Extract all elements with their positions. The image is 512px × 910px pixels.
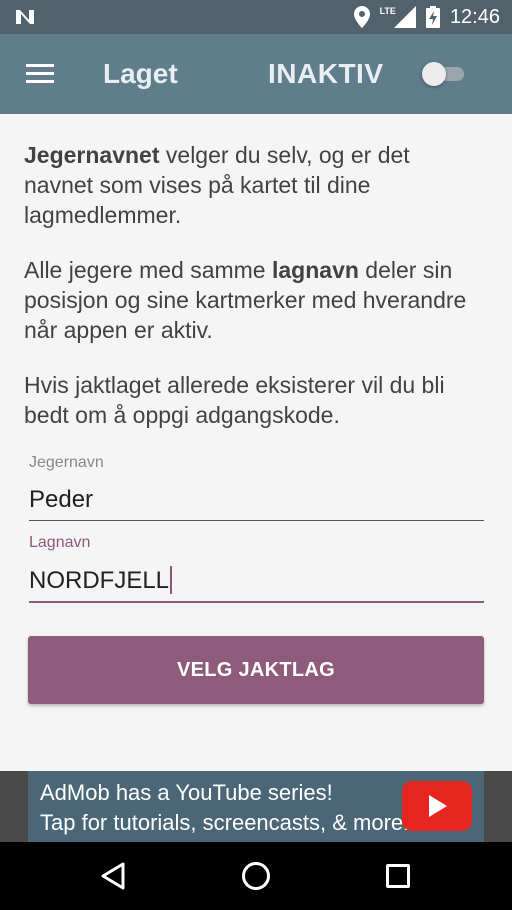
- hunter-name-input[interactable]: Peder: [29, 480, 484, 520]
- ad-line-2: Tap for tutorials, screencasts, & more.: [40, 810, 410, 835]
- ad-banner[interactable]: AdMob has a YouTube series! Tap for tuto…: [0, 771, 512, 842]
- page-title: Laget: [103, 58, 178, 89]
- clock: 12:46: [449, 5, 500, 28]
- team-name-value-wrap: NORDFJELL: [29, 565, 173, 596]
- choose-team-button[interactable]: VELG JAKTLAG: [28, 636, 484, 704]
- team-name-value: NORDFJELL: [29, 567, 170, 594]
- battery-charging-icon: [425, 6, 440, 28]
- notification-n-icon: [16, 10, 34, 24]
- youtube-play-icon[interactable]: [402, 781, 472, 831]
- toggle-thumb: [422, 62, 446, 86]
- active-toggle-switch[interactable]: [422, 62, 468, 86]
- recents-icon[interactable]: [386, 864, 410, 888]
- intro-paragraph-2: Alle jegere med samme lagnavn deler sin …: [24, 257, 467, 343]
- hunter-name-label: Jegernavn: [29, 454, 104, 471]
- network-type-label: LTE: [379, 6, 396, 16]
- text-cursor: [170, 565, 173, 594]
- team-name-label: Lagnavn: [29, 534, 91, 551]
- team-name-underline: [29, 601, 484, 603]
- hunter-name-underline: [29, 520, 484, 521]
- ad-line-1: AdMob has a YouTube series!: [40, 780, 333, 805]
- active-status-label: INAKTIV: [268, 58, 384, 89]
- ad-content[interactable]: AdMob has a YouTube series! Tap for tuto…: [28, 771, 484, 842]
- intro-paragraph-1: Jegernavnet velger du selv, og er det na…: [24, 142, 410, 228]
- status-bar: LTE 12:46: [0, 0, 512, 34]
- team-name-input[interactable]: NORDFJELL: [29, 561, 484, 601]
- intro-text: Jegernavnet velger du selv, og er det na…: [24, 140, 484, 455]
- app-bar: Laget INAKTIV: [0, 34, 512, 114]
- back-icon[interactable]: [100, 862, 126, 890]
- home-icon[interactable]: [242, 862, 270, 890]
- hamburger-menu-icon[interactable]: [26, 64, 54, 84]
- hunter-name-value: Peder: [29, 486, 94, 513]
- system-nav-bar: [0, 842, 512, 910]
- intro-paragraph-3: Hvis jaktlaget allerede eksisterer vil d…: [24, 372, 445, 428]
- location-icon: [353, 6, 370, 28]
- ad-text: AdMob has a YouTube series! Tap for tuto…: [40, 778, 409, 838]
- signal-icon: [393, 6, 416, 28]
